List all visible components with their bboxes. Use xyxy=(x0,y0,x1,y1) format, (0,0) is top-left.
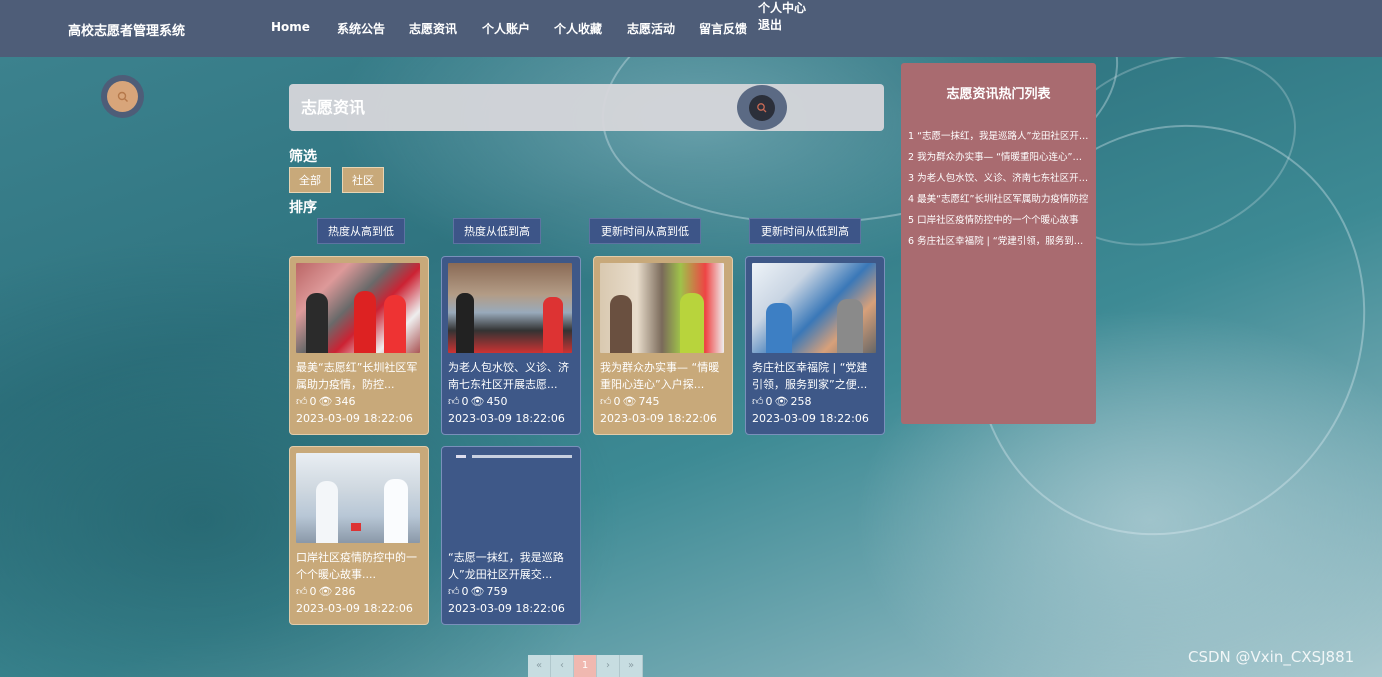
news-date: 2023-03-09 18:22:06 xyxy=(448,602,565,615)
news-card[interactable]: 我为群众办实事— “情暖重阳心连心”入户探... 👍︎ 0 👁 745 2023-0… xyxy=(593,256,733,435)
news-title: 务庄社区幸福院 | “党建引领，服务到家”之便... xyxy=(752,361,868,391)
nav-announcements[interactable]: 系统公告 xyxy=(337,20,385,37)
nav-home[interactable]: Home xyxy=(271,20,310,34)
news-thumbnail xyxy=(600,263,724,353)
sort-title: 排序 xyxy=(289,200,317,216)
hot-news-item[interactable]: 4 最美“志愿红”长圳社区军属助力疫情防控 xyxy=(908,191,1091,205)
nav-favorites[interactable]: 个人收藏 xyxy=(554,20,602,37)
eye-icon: 👁 xyxy=(318,585,333,598)
news-date: 2023-03-09 18:22:06 xyxy=(448,412,565,425)
eye-icon: 👁 xyxy=(470,395,485,408)
sort-time-desc-button[interactable]: 更新时间从高到低 xyxy=(589,218,701,244)
eye-icon: 👁 xyxy=(774,395,789,408)
news-thumbnail xyxy=(296,263,420,353)
like-count: 0 xyxy=(309,395,317,408)
like-icon[interactable]: 👍︎ xyxy=(296,393,308,410)
like-count: 0 xyxy=(765,395,773,408)
search-button[interactable] xyxy=(737,85,787,130)
news-thumbnail xyxy=(448,453,572,543)
site-brand[interactable]: 高校志愿者管理系统 xyxy=(68,20,185,39)
sort-hot-asc-button[interactable]: 热度从低到高 xyxy=(453,218,541,244)
news-card[interactable]: 为老人包水饺、义诊、济南七东社区开展志愿... 👍︎ 0 👁 450 2023-03… xyxy=(441,256,581,435)
eye-icon: 👁 xyxy=(318,395,333,408)
nav-user-center[interactable]: 个人中心 xyxy=(758,0,806,17)
hot-news-item[interactable]: 2 我为群众办实事— “情暖重阳心连心”入户探访 xyxy=(908,149,1091,163)
like-count: 0 xyxy=(613,395,621,408)
pager-first[interactable]: « xyxy=(528,655,551,677)
nav-volunteer-news[interactable]: 志愿资讯 xyxy=(409,20,457,37)
news-date: 2023-03-09 18:22:06 xyxy=(296,602,413,615)
view-count: 759 xyxy=(486,585,508,598)
news-title: 为老人包水饺、义诊、济南七东社区开展志愿... xyxy=(448,361,569,391)
view-count: 450 xyxy=(486,395,508,408)
like-icon[interactable]: 👍︎ xyxy=(448,583,460,600)
news-title: 口岸社区疫情防控中的一个个暖心故事.... xyxy=(296,551,417,581)
news-stats: 👍︎ 0 👁 286 xyxy=(296,583,422,600)
news-thumbnail xyxy=(448,263,572,353)
news-stats: 👍︎ 0 👁 450 xyxy=(448,393,574,410)
search-icon xyxy=(757,102,767,112)
view-count: 745 xyxy=(638,395,660,408)
nav-logout[interactable]: 退出 xyxy=(758,17,806,34)
eye-icon: 👁 xyxy=(622,395,637,408)
like-count: 0 xyxy=(461,585,469,598)
filter-title: 筛选 xyxy=(289,149,317,165)
filter-community-button[interactable]: 社区 xyxy=(342,167,384,193)
news-card[interactable]: 务庄社区幸福院 | “党建引领，服务到家”之便... 👍︎ 0 👁 258 2023… xyxy=(745,256,885,435)
pager-last[interactable]: » xyxy=(620,655,643,677)
hot-news-item[interactable]: 6 务庄社区幸福院 | “党建引领，服务到家”之便民服务 xyxy=(908,233,1091,247)
hot-news-panel: 志愿资讯热门列表 1 “志愿一抹红，我是巡路人”龙田社区开展交通文明劝导 2 我… xyxy=(901,63,1096,424)
nav-user-menu: 个人中心 退出 xyxy=(758,0,806,34)
eye-icon: 👁 xyxy=(470,585,485,598)
filter-all-button[interactable]: 全部 xyxy=(289,167,331,193)
pager-current-page[interactable]: 1 xyxy=(574,655,597,677)
news-card[interactable]: 最美“志愿红”长圳社区军属助力疫情，防控... 👍︎ 0 👁 346 2023-03… xyxy=(289,256,429,435)
hot-news-title: 志愿资讯热门列表 xyxy=(946,87,1051,102)
news-card[interactable]: 口岸社区疫情防控中的一个个暖心故事.... 👍︎ 0 👁 286 2023-03-0… xyxy=(289,446,429,625)
like-icon[interactable]: 👍︎ xyxy=(600,393,612,410)
news-thumbnail xyxy=(752,263,876,353)
hot-news-item[interactable]: 1 “志愿一抹红，我是巡路人”龙田社区开展交通文明劝导 xyxy=(908,128,1091,142)
top-navbar: 高校志愿者管理系统 Home 系统公告 志愿资讯 个人账户 个人收藏 志愿活动 … xyxy=(0,0,1382,57)
news-stats: 👍︎ 0 👁 759 xyxy=(448,583,574,600)
watermark: CSDN @Vxin_CXSJ881 xyxy=(1188,648,1355,666)
like-icon[interactable]: 👍︎ xyxy=(448,393,460,410)
nav-account[interactable]: 个人账户 xyxy=(482,20,530,37)
like-icon[interactable]: 👍︎ xyxy=(752,393,764,410)
like-icon[interactable]: 👍︎ xyxy=(296,583,308,600)
hot-news-item[interactable]: 3 为老人包水饺、义诊、济南七东社区开展志愿服务 xyxy=(908,170,1091,184)
nav-feedback[interactable]: 留言反馈 xyxy=(699,20,747,37)
search-input[interactable] xyxy=(289,84,729,131)
news-title: “志愿一抹红，我是巡路人”龙田社区开展交... xyxy=(448,551,564,581)
search-bar xyxy=(289,84,884,131)
pager-prev[interactable]: ‹ xyxy=(551,655,574,677)
floating-search-button[interactable] xyxy=(101,75,144,118)
like-count: 0 xyxy=(461,395,469,408)
search-icon xyxy=(117,91,128,102)
news-date: 2023-03-09 18:22:06 xyxy=(752,412,869,425)
sort-time-asc-button[interactable]: 更新时间从低到高 xyxy=(749,218,861,244)
view-count: 346 xyxy=(334,395,356,408)
view-count: 286 xyxy=(334,585,356,598)
news-stats: 👍︎ 0 👁 346 xyxy=(296,393,422,410)
news-date: 2023-03-09 18:22:06 xyxy=(600,412,717,425)
view-count: 258 xyxy=(790,395,812,408)
news-title: 最美“志愿红”长圳社区军属助力疫情，防控... xyxy=(296,361,418,391)
nav-activities[interactable]: 志愿活动 xyxy=(627,20,675,37)
news-stats: 👍︎ 0 👁 258 xyxy=(752,393,878,410)
news-thumbnail xyxy=(296,453,420,543)
news-stats: 👍︎ 0 👁 745 xyxy=(600,393,726,410)
like-count: 0 xyxy=(309,585,317,598)
sort-hot-desc-button[interactable]: 热度从高到低 xyxy=(317,218,405,244)
hot-news-item[interactable]: 5 口岸社区疫情防控中的一个个暖心故事 xyxy=(908,212,1091,226)
news-card[interactable]: “志愿一抹红，我是巡路人”龙田社区开展交... 👍︎ 0 👁 759 2023-03… xyxy=(441,446,581,625)
news-date: 2023-03-09 18:22:06 xyxy=(296,412,413,425)
news-title: 我为群众办实事— “情暖重阳心连心”入户探... xyxy=(600,361,720,391)
pager-next[interactable]: › xyxy=(597,655,620,677)
pagination: « ‹ 1 › » xyxy=(528,655,643,677)
